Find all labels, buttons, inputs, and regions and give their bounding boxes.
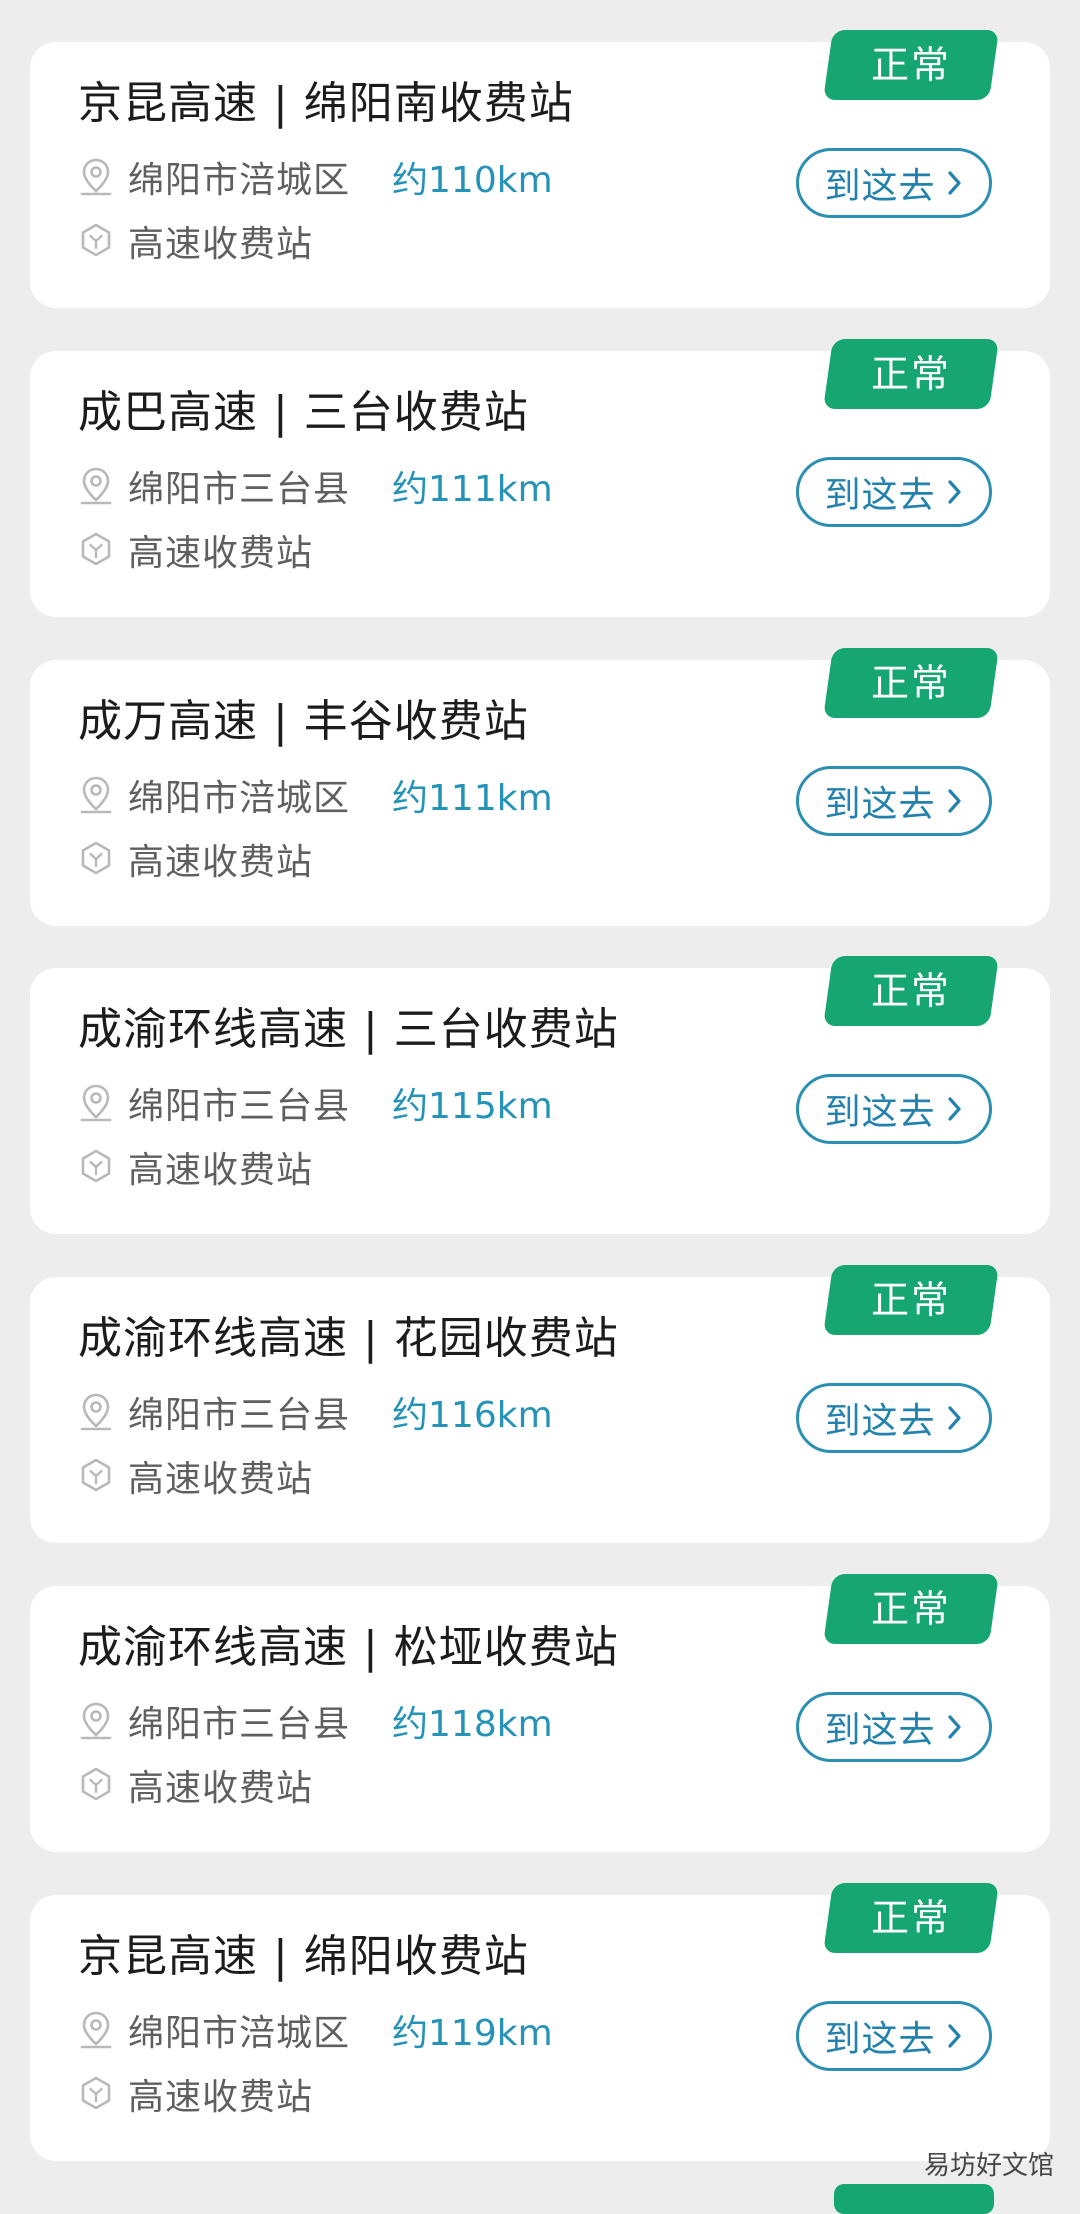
distance-text: 约116km xyxy=(392,1395,553,1436)
status-text: 正常 xyxy=(870,969,951,1013)
location-row: 绵阳市三台县 约115km xyxy=(78,1078,553,1128)
location-row: 绵阳市涪城区 约119km xyxy=(78,2005,553,2055)
watermark: 易坊好文馆 xyxy=(923,2151,1054,2181)
station-type-text: 高速收费站 xyxy=(128,1150,314,1191)
location-pin-icon xyxy=(78,1392,114,1432)
station-type-text: 高速收费站 xyxy=(128,842,314,883)
station-card[interactable]: 正常 成渝环线高速 | 松垭收费站 绵阳市三台县 约118km 高速收费站 到这去 xyxy=(30,1574,1050,1852)
location-pin-icon xyxy=(78,775,114,815)
status-text: 正常 xyxy=(870,1896,951,1940)
station-type-text: 高速收费站 xyxy=(128,533,314,574)
navigate-button-label: 到这去 xyxy=(824,1092,936,1133)
location-row: 绵阳市三台县 约116km xyxy=(78,1387,553,1437)
location-row: 绵阳市涪城区 约111km xyxy=(78,770,553,820)
location-row: 绵阳市三台县 约118km xyxy=(78,1696,553,1746)
hexagon-tag-icon xyxy=(78,1147,114,1187)
navigate-button-label: 到这去 xyxy=(824,1401,936,1442)
hexagon-tag-icon xyxy=(78,839,114,879)
distance-text: 约110km xyxy=(392,160,553,201)
station-title: 成巴高速 | 三台收费站 xyxy=(78,387,529,438)
station-title: 京昆高速 | 绵阳收费站 xyxy=(78,1931,529,1982)
type-row: 高速收费站 xyxy=(78,1451,313,1501)
location-text: 绵阳市涪城区 xyxy=(128,160,351,201)
location-pin-icon xyxy=(78,157,114,197)
station-card[interactable]: 正常 成渝环线高速 | 三台收费站 绵阳市三台县 约115km 高速收费站 到这去 xyxy=(30,956,1050,1234)
navigate-button[interactable]: 到这去 xyxy=(796,148,992,218)
hexagon-tag-icon xyxy=(78,2074,114,2114)
location-pin-icon xyxy=(78,1701,114,1741)
navigate-button-label: 到这去 xyxy=(824,1710,936,1751)
location-text: 绵阳市三台县 xyxy=(128,469,351,510)
type-row: 高速收费站 xyxy=(78,216,313,266)
chevron-right-icon xyxy=(946,168,964,198)
station-card[interactable]: 正常 成万高速 | 丰谷收费站 绵阳市涪城区 约111km 高速收费站 到这去 xyxy=(30,648,1050,926)
distance-text: 约111km xyxy=(392,469,553,510)
location-text: 绵阳市涪城区 xyxy=(128,778,351,819)
distance-text: 约111km xyxy=(392,778,553,819)
type-row: 高速收费站 xyxy=(78,1760,313,1810)
status-text: 正常 xyxy=(870,1587,951,1631)
location-pin-icon xyxy=(78,1083,114,1123)
station-type-text: 高速收费站 xyxy=(128,2077,314,2118)
location-text: 绵阳市三台县 xyxy=(128,1704,351,1745)
station-type-text: 高速收费站 xyxy=(128,224,314,265)
chevron-right-icon xyxy=(946,786,964,816)
station-card[interactable]: 正常 成巴高速 | 三台收费站 绵阳市三台县 约111km 高速收费站 到这去 xyxy=(30,339,1050,617)
distance-text: 约119km xyxy=(392,2013,553,2054)
type-row: 高速收费站 xyxy=(78,2069,313,2119)
chevron-right-icon xyxy=(946,1712,964,1742)
navigate-button[interactable]: 到这去 xyxy=(796,2001,992,2071)
station-title: 成渝环线高速 | 松垭收费站 xyxy=(78,1622,619,1673)
type-row: 高速收费站 xyxy=(78,525,313,575)
navigate-button-label: 到这去 xyxy=(824,2019,936,2060)
station-title: 京昆高速 | 绵阳南收费站 xyxy=(78,78,574,129)
navigate-button-label: 到这去 xyxy=(824,166,936,207)
navigate-button[interactable]: 到这去 xyxy=(796,457,992,527)
location-text: 绵阳市三台县 xyxy=(128,1086,351,1127)
chevron-right-icon xyxy=(946,1094,964,1124)
type-row: 高速收费站 xyxy=(78,834,313,884)
station-type-text: 高速收费站 xyxy=(128,1768,314,1809)
location-row: 绵阳市涪城区 约110km xyxy=(78,152,553,202)
location-row: 绵阳市三台县 约111km xyxy=(78,461,553,511)
hexagon-tag-icon xyxy=(78,530,114,570)
navigate-button[interactable]: 到这去 xyxy=(796,766,992,836)
location-pin-icon xyxy=(78,2010,114,2050)
hexagon-tag-icon xyxy=(78,1765,114,1805)
navigate-button[interactable]: 到这去 xyxy=(796,1383,992,1453)
station-title: 成渝环线高速 | 三台收费站 xyxy=(78,1004,619,1055)
status-badge-partial xyxy=(834,2184,994,2214)
navigate-button-label: 到这去 xyxy=(824,784,936,825)
hexagon-tag-icon xyxy=(78,1456,114,1496)
navigate-button[interactable]: 到这去 xyxy=(796,1074,992,1144)
location-text: 绵阳市三台县 xyxy=(128,1395,351,1436)
status-text: 正常 xyxy=(870,661,951,705)
navigate-button[interactable]: 到这去 xyxy=(796,1692,992,1762)
station-card[interactable]: 正常 京昆高速 | 绵阳收费站 绵阳市涪城区 约119km 高速收费站 到这去 xyxy=(30,1883,1050,2161)
station-card[interactable]: 正常 京昆高速 | 绵阳南收费站 绵阳市涪城区 约110km 高速收费站 到这去 xyxy=(30,30,1050,308)
station-title: 成万高速 | 丰谷收费站 xyxy=(78,696,529,747)
status-text: 正常 xyxy=(870,1278,951,1322)
station-title: 成渝环线高速 | 花园收费站 xyxy=(78,1313,619,1364)
navigate-button-label: 到这去 xyxy=(824,475,936,516)
hexagon-tag-icon xyxy=(78,221,114,261)
location-text: 绵阳市涪城区 xyxy=(128,2013,351,2054)
chevron-right-icon xyxy=(946,1403,964,1433)
status-text: 正常 xyxy=(870,43,951,87)
distance-text: 约118km xyxy=(392,1704,553,1745)
station-type-text: 高速收费站 xyxy=(128,1459,314,1500)
chevron-right-icon xyxy=(946,477,964,507)
distance-text: 约115km xyxy=(392,1086,553,1127)
type-row: 高速收费站 xyxy=(78,1142,313,1192)
chevron-right-icon xyxy=(946,2021,964,2051)
station-card[interactable]: 正常 成渝环线高速 | 花园收费站 绵阳市三台县 约116km 高速收费站 到这去 xyxy=(30,1265,1050,1543)
status-text: 正常 xyxy=(870,352,951,396)
location-pin-icon xyxy=(78,466,114,506)
